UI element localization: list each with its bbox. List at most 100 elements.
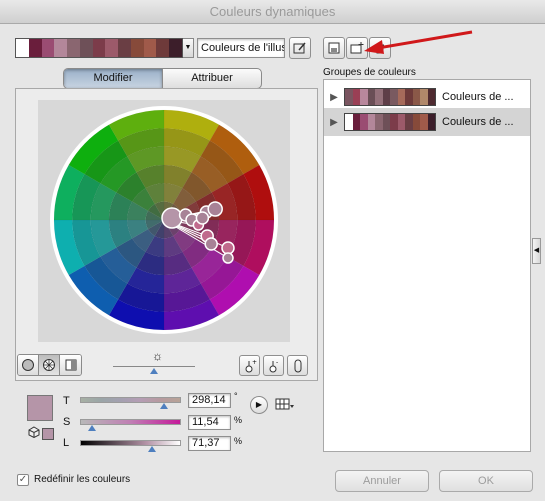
- disclosure-triangle-icon[interactable]: ▶: [324, 117, 344, 128]
- group-name-field[interactable]: Couleurs de l'illustr: [197, 38, 285, 58]
- color-marker[interactable]: [204, 237, 218, 251]
- brightness-slider-thumb[interactable]: [150, 368, 158, 374]
- color-swatch[interactable]: [105, 39, 119, 57]
- color-swatch[interactable]: [130, 39, 144, 57]
- lightness-slider-thumb[interactable]: [147, 446, 156, 452]
- color-swatch[interactable]: [143, 39, 157, 57]
- ok-button[interactable]: OK: [439, 470, 533, 492]
- save-group-button[interactable]: [323, 37, 345, 59]
- group-swatch[interactable]: [427, 89, 435, 105]
- group-swatch[interactable]: [352, 89, 360, 105]
- cancel-button[interactable]: Annuler: [335, 470, 429, 492]
- recolor-checkbox[interactable]: ✓: [17, 474, 29, 486]
- swatch-dropdown-button[interactable]: ▼: [183, 38, 194, 58]
- eyedropper-icon: [293, 42, 306, 54]
- color-swatch[interactable]: [79, 39, 93, 57]
- group-row-name: Couleurs de ...: [442, 91, 514, 103]
- smooth-wheel-icon: [22, 359, 34, 371]
- group-row-swatches: [344, 88, 436, 106]
- hue-label: T: [63, 395, 70, 407]
- group-swatch[interactable]: [345, 89, 353, 105]
- remove-color-tool-button[interactable]: -: [263, 355, 284, 376]
- tab-attribuer[interactable]: Attribuer: [163, 69, 261, 88]
- group-swatch[interactable]: [345, 114, 353, 130]
- color-swatch[interactable]: [67, 39, 80, 57]
- group-swatch[interactable]: [367, 89, 375, 105]
- chevron-down-icon: ▼: [184, 44, 192, 51]
- group-swatch[interactable]: [405, 114, 413, 130]
- color-bars-icon: [65, 359, 76, 371]
- floppy-icon: [328, 42, 340, 54]
- group-swatch[interactable]: [360, 114, 368, 130]
- lightness-label: L: [63, 437, 70, 449]
- link-icon: [294, 359, 301, 372]
- base-color-swatch[interactable]: [27, 395, 53, 421]
- group-swatch[interactable]: [375, 89, 383, 105]
- group-swatch[interactable]: [382, 114, 390, 130]
- brightness-slider[interactable]: [113, 366, 195, 367]
- color-marker[interactable]: [222, 252, 234, 264]
- color-mode-menu-button[interactable]: [275, 396, 295, 415]
- saturation-slider-thumb[interactable]: [88, 425, 97, 431]
- group-swatch[interactable]: [420, 114, 428, 130]
- color-picker-button[interactable]: [289, 37, 311, 59]
- hue-slider-thumb[interactable]: [159, 403, 168, 409]
- segmented-wheel-icon: [43, 359, 55, 371]
- group-swatch[interactable]: [412, 114, 420, 130]
- collapse-panel-handle[interactable]: ◀: [532, 238, 541, 264]
- color-swatch[interactable]: [16, 39, 29, 57]
- closest-gamut-swatch[interactable]: [42, 428, 54, 440]
- group-row[interactable]: ▶ Couleurs de ...: [324, 83, 530, 111]
- segmented-wheel-button[interactable]: [39, 355, 60, 375]
- color-swatch[interactable]: [41, 39, 55, 57]
- current-group-swatches[interactable]: [15, 38, 183, 58]
- group-swatch[interactable]: [397, 114, 405, 130]
- link-harmony-button[interactable]: [287, 355, 308, 376]
- add-color-tool-icon: +: [245, 359, 257, 372]
- group-row[interactable]: ▶ Couleurs de ...: [324, 108, 530, 136]
- color-bars-button[interactable]: [60, 355, 81, 375]
- color-swatch[interactable]: [92, 39, 106, 57]
- color-marker[interactable]: [221, 241, 235, 255]
- group-swatch[interactable]: [405, 89, 413, 105]
- group-swatch[interactable]: [352, 114, 360, 130]
- group-swatch[interactable]: [397, 89, 405, 105]
- color-swatch[interactable]: [156, 39, 170, 57]
- color-marker[interactable]: [195, 211, 210, 225]
- saturation-value-field[interactable]: 11,54: [188, 415, 231, 430]
- color-marker[interactable]: [161, 207, 183, 229]
- group-row-swatches: [344, 113, 436, 131]
- color-swatch[interactable]: [28, 39, 42, 57]
- lightness-slider[interactable]: [80, 440, 181, 446]
- annotation-arrow-icon: [364, 30, 473, 54]
- color-swatch[interactable]: [169, 39, 182, 57]
- group-swatch[interactable]: [367, 114, 375, 130]
- mode-tabs: Modifier Attribuer: [63, 68, 262, 89]
- group-swatch[interactable]: [360, 89, 368, 105]
- smooth-wheel-button[interactable]: [18, 355, 39, 375]
- group-swatch[interactable]: [412, 89, 420, 105]
- hue-value-field[interactable]: 298,14: [188, 393, 231, 408]
- group-swatch[interactable]: [420, 89, 428, 105]
- color-marker[interactable]: [207, 201, 223, 217]
- color-swatch[interactable]: [118, 39, 131, 57]
- tab-modifier[interactable]: Modifier: [64, 69, 163, 88]
- add-color-tool-button[interactable]: +: [239, 355, 260, 376]
- group-swatch[interactable]: [390, 114, 398, 130]
- group-swatch[interactable]: [382, 89, 390, 105]
- checkmark-icon: ✓: [18, 474, 28, 485]
- color-wheel[interactable]: [38, 100, 290, 342]
- svg-text:+: +: [252, 359, 257, 366]
- group-swatch[interactable]: [427, 114, 435, 130]
- color-wheel-area: [38, 100, 290, 342]
- slider-mode-menu-button[interactable]: ▶: [250, 396, 268, 414]
- saturation-unit: %: [234, 415, 243, 425]
- disclosure-triangle-icon[interactable]: ▶: [324, 92, 344, 103]
- svg-text:-: -: [276, 359, 278, 366]
- lightness-value-field[interactable]: 71,37: [188, 436, 231, 451]
- group-swatch[interactable]: [390, 89, 398, 105]
- recolor-label: Redéfinir les couleurs: [34, 474, 131, 485]
- group-swatch[interactable]: [375, 114, 383, 130]
- window-title: Couleurs dynamiques: [0, 0, 545, 24]
- color-swatch[interactable]: [54, 39, 68, 57]
